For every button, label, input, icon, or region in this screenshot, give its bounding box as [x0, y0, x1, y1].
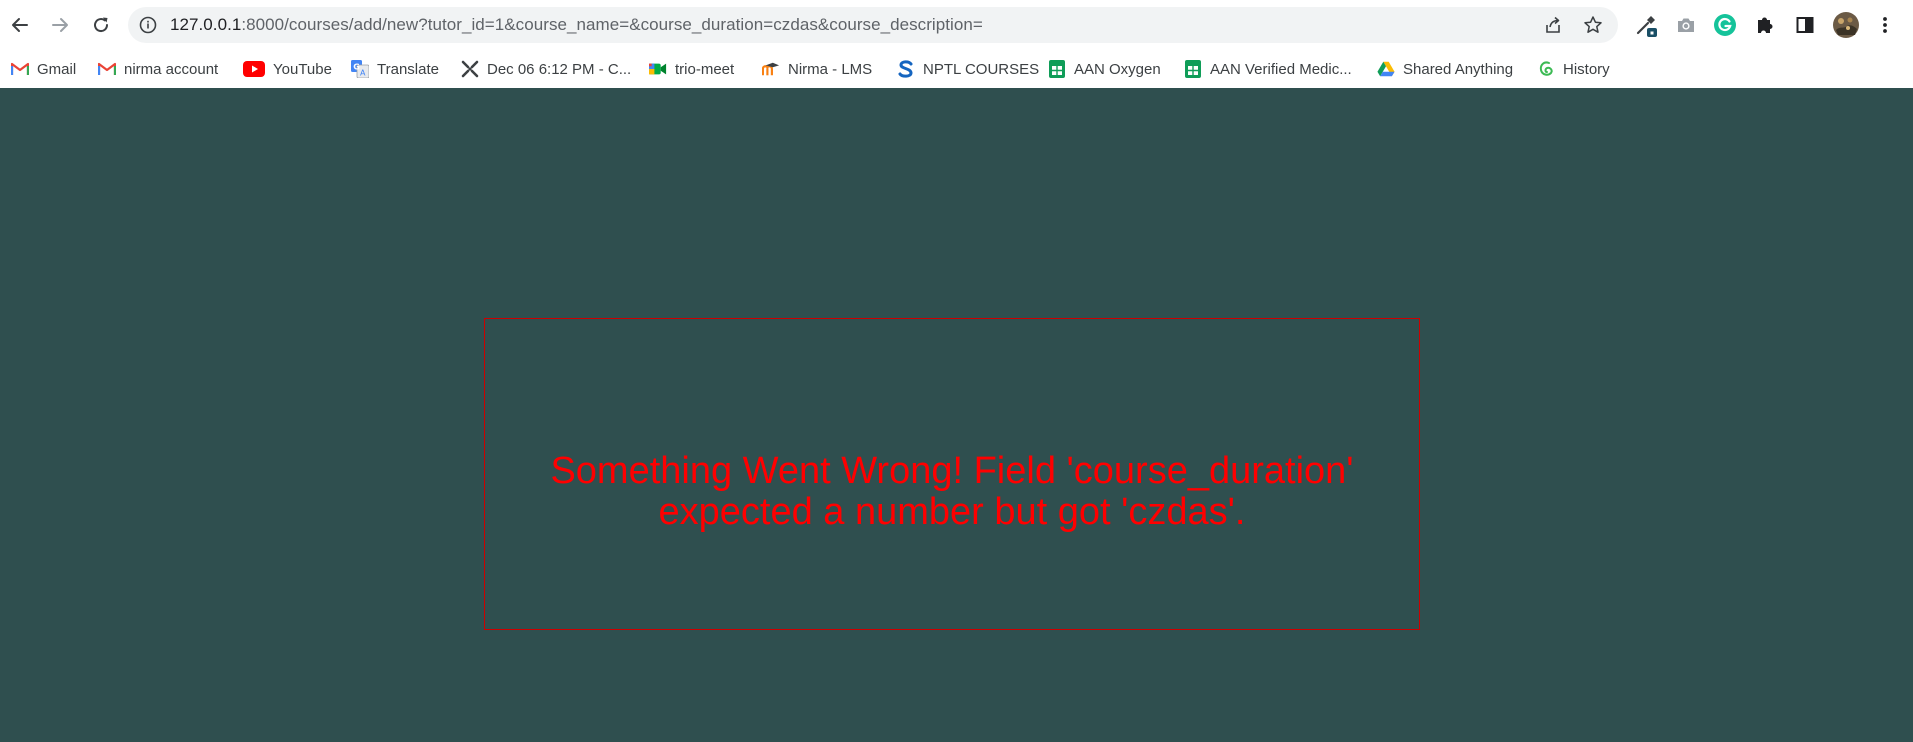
svg-text:G: G [353, 63, 360, 72]
bookmark-label: trio-meet [675, 60, 735, 78]
bookmark-label: nirma account [124, 60, 219, 78]
bookmarks-bar: Gmail nirma account YouTube G A Translat… [0, 50, 1913, 88]
star-icon [1584, 16, 1602, 33]
grammarly-icon [1714, 14, 1736, 36]
clock-x-icon [461, 60, 479, 78]
share-icon [1546, 16, 1560, 33]
bookmark-label: Gmail [37, 60, 77, 78]
profile-button[interactable] [1832, 11, 1860, 39]
reload-button[interactable] [85, 9, 117, 41]
grammarly-extension[interactable] [1711, 11, 1739, 39]
bookmark-aan-oxygen[interactable]: AAN Oxygen [1048, 58, 1161, 80]
bookmark-label: Shared Anything [1403, 60, 1514, 78]
back-arrow-icon [12, 18, 28, 32]
eyedropper-extension[interactable] [1632, 11, 1660, 39]
error-message: Something Went Wrong! Field 'course_dura… [550, 450, 1354, 533]
side-panel-icon [1796, 17, 1814, 33]
drive-icon [1377, 60, 1395, 78]
extensions-button[interactable] [1751, 11, 1779, 39]
moodle-icon [762, 60, 780, 78]
bookmark-nptl-courses[interactable]: NPTL COURSES [897, 58, 1039, 80]
bookmark-label: History [1563, 60, 1610, 78]
bookmark-gmail[interactable]: Gmail [11, 58, 76, 80]
browser-chrome: 127.0.0.1:8000/courses/add/new?tutor_id=… [0, 0, 1913, 88]
bookmark-label: NPTL COURSES [923, 60, 1040, 78]
address-bar[interactable]: 127.0.0.1:8000/courses/add/new?tutor_id=… [128, 7, 1618, 43]
profile-avatar [1833, 12, 1859, 38]
bookmark-shared-anything[interactable]: Shared Anything [1377, 58, 1513, 80]
youtube-icon [243, 60, 265, 78]
screenshot-extension[interactable] [1672, 11, 1700, 39]
translate-icon: G A [351, 60, 369, 78]
kebab-menu-icon [1883, 17, 1887, 33]
bookmark-translate[interactable]: G A Translate [351, 58, 439, 80]
bookmark-nirma-account[interactable]: nirma account [98, 58, 218, 80]
puzzle-icon [1758, 17, 1773, 33]
url-text[interactable]: 127.0.0.1:8000/courses/add/new?tutor_id=… [170, 7, 983, 43]
bookmark-star-button[interactable] [1582, 14, 1604, 36]
site-info-button[interactable] [138, 15, 158, 35]
url-host: 127.0.0.1 [170, 15, 242, 34]
bookmark-history[interactable]: History [1537, 58, 1610, 80]
back-button[interactable] [4, 9, 36, 41]
reload-icon [94, 17, 109, 33]
share-button[interactable] [1542, 14, 1564, 36]
url-path: :8000/courses/add/new?tutor_id=1&course_… [241, 15, 983, 34]
chrome-menu-button[interactable] [1871, 11, 1899, 39]
gmail-icon [11, 60, 29, 78]
forward-arrow-icon [52, 18, 68, 32]
svg-text:A: A [360, 69, 366, 78]
bookmark-label: YouTube [273, 60, 332, 78]
sheets-icon [1184, 60, 1202, 78]
meet-icon [649, 60, 667, 78]
bookmark-dec-06[interactable]: Dec 06 6:12 PM - C... [461, 58, 631, 80]
camera-icon [1678, 18, 1694, 32]
bookmark-aan-verified-medic[interactable]: AAN Verified Medic... [1184, 58, 1352, 80]
bookmark-label: Nirma - LMS [788, 60, 873, 78]
bookmark-label: AAN Oxygen [1074, 60, 1161, 78]
forward-button[interactable] [44, 9, 76, 41]
error-container: Something Went Wrong! Field 'course_dura… [484, 318, 1420, 630]
bookmark-youtube[interactable]: YouTube [243, 58, 332, 80]
eyedropper-icon [1636, 16, 1657, 37]
history-icon [1537, 60, 1555, 78]
bookmark-label: AAN Verified Medic... [1210, 60, 1352, 78]
swayam-icon [897, 60, 915, 78]
gmail-icon [98, 60, 116, 78]
sheets-icon [1048, 60, 1066, 78]
bookmark-label: Translate [377, 60, 439, 78]
bookmark-trio-meet[interactable]: trio-meet [649, 58, 734, 80]
bookmark-nirma-lms[interactable]: Nirma - LMS [762, 58, 872, 80]
browser-toolbar: 127.0.0.1:8000/courses/add/new?tutor_id=… [0, 0, 1913, 50]
side-panel-button[interactable] [1791, 11, 1819, 39]
info-icon [139, 16, 157, 34]
bookmark-label: Dec 06 6:12 PM - C... [487, 60, 632, 78]
